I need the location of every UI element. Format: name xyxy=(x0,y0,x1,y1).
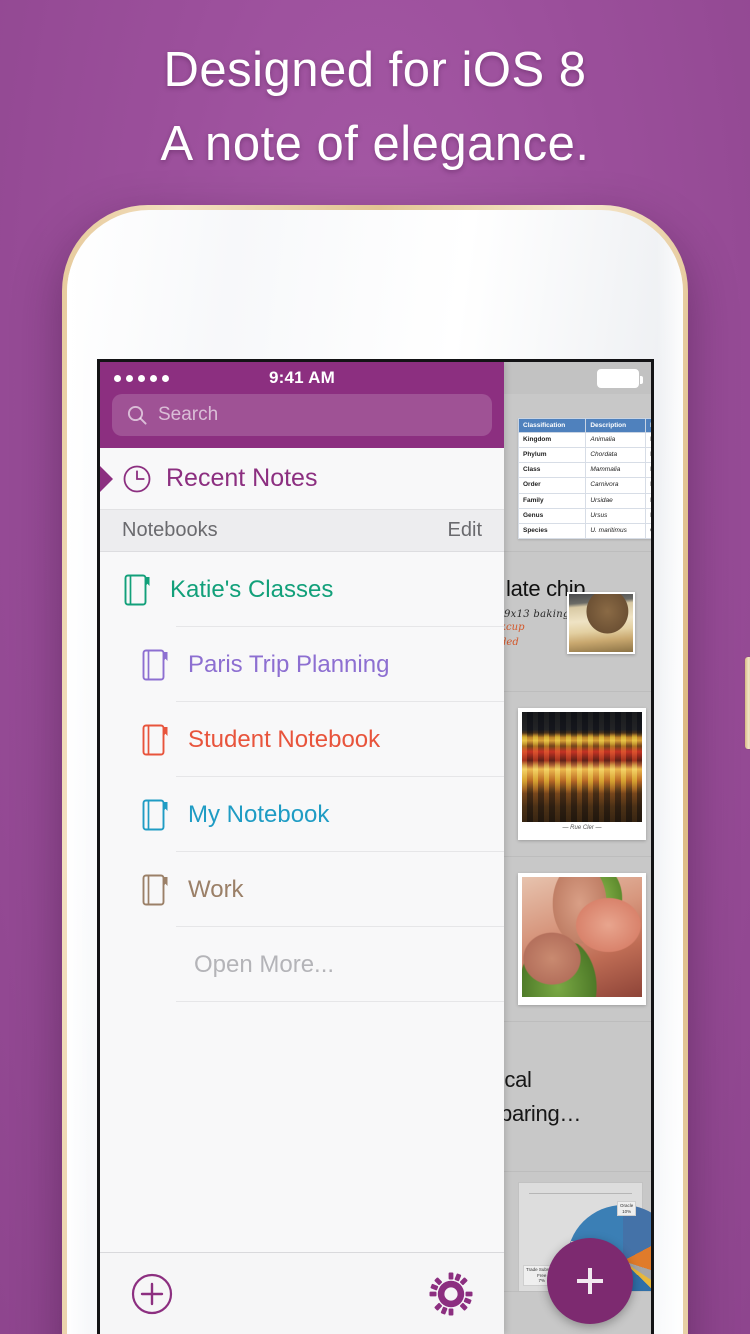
headline-line-2: A note of elegance. xyxy=(160,117,590,171)
open-more-label: Open More... xyxy=(194,950,335,978)
table-row: ClassMammaliaPolar b xyxy=(517,462,651,479)
notebook-icon xyxy=(142,874,168,905)
table-row: PhylumChordataPolar b xyxy=(517,447,651,464)
table-cell: Chordata xyxy=(585,447,647,464)
selected-indicator-icon xyxy=(100,465,113,492)
table-row: OrderCarnivoraPolar b xyxy=(517,477,651,494)
pie-label: Oracle 10% xyxy=(617,1201,637,1217)
taxonomy-table: Classification Description Example Kingd… xyxy=(517,418,651,539)
table-cell: U. maritimus xyxy=(585,522,647,539)
paris-brasserie-photo xyxy=(522,712,642,822)
search-icon xyxy=(127,405,147,425)
photo-caption: — Rue Cler — xyxy=(562,825,602,831)
table-row: GenusUrsusPolar b xyxy=(517,507,651,524)
table-row: SpeciesU. maritimusOnly t "Ursus xyxy=(517,522,651,539)
table-cell: Family xyxy=(517,492,587,509)
signal-strength-icon xyxy=(114,374,169,382)
nav-header: 9:41 AM Search xyxy=(100,362,504,448)
list-item-notebook-paris-trip-planning[interactable]: Paris Trip Planning xyxy=(100,627,504,702)
marketing-headline: Designed for iOS 8 A note of elegance. xyxy=(0,34,750,182)
table-cell: Polar b xyxy=(645,507,651,524)
notebook-name: Katie's Classes xyxy=(170,575,334,603)
table-cell: Ursus xyxy=(585,507,647,524)
notebook-name: Paris Trip Planning xyxy=(188,650,390,678)
list-item-open-more[interactable]: Open More... xyxy=(100,927,504,1002)
headline-line-1: Designed for iOS 8 xyxy=(163,43,587,97)
table-cell: Only t "Ursus xyxy=(645,522,651,539)
document-ruler xyxy=(529,1190,632,1194)
note-card-paris-brasserie[interactable]: — Rue Cler — xyxy=(504,692,651,857)
dessert-photo xyxy=(567,592,635,654)
table-row: FamilyUrsidaePolar b xyxy=(517,492,651,509)
search-container: Search xyxy=(100,394,504,436)
plus-icon xyxy=(577,1268,603,1294)
battery-full-icon xyxy=(597,368,643,388)
note-title-line-2: mparing… xyxy=(504,1100,582,1126)
table-header-cell: Example xyxy=(645,418,651,433)
notebook-name: Work xyxy=(188,875,244,903)
photo-frame: — Rue Cler — xyxy=(518,708,646,840)
gear-icon[interactable] xyxy=(428,1271,474,1317)
list-item-notebook-katies-classes[interactable]: Katie's Classes xyxy=(100,552,504,627)
sidebar-item-label: Recent Notes xyxy=(166,464,318,492)
table-cell: Kingdom xyxy=(517,431,587,449)
notes-detail-pane[interactable]: Classification Description Example Kingd… xyxy=(504,362,651,1334)
table-cell: Polar b xyxy=(645,431,651,449)
notebooks-list: Katie's Classes Paris Trip Planning Stud… xyxy=(100,552,504,1002)
prosciutto-salad-photo xyxy=(522,877,642,997)
table-cell: Animalia xyxy=(585,431,647,449)
phone-screen: Classification Description Example Kingd… xyxy=(100,362,651,1334)
table-cell: Mammalia xyxy=(585,462,647,479)
note-card-chocolate-chip[interactable]: late chip… 9x13 baking pan kcup ded xyxy=(504,552,651,692)
power-button[interactable] xyxy=(745,657,750,749)
table-cell: Class xyxy=(517,462,587,479)
section-title: Notebooks xyxy=(122,519,218,541)
notebooks-section-header: Notebooks Edit xyxy=(100,510,504,552)
sidebar-item-recent-notes[interactable]: Recent Notes xyxy=(100,448,504,510)
table-cell: Ursidae xyxy=(585,492,647,509)
note-title-line-1: tical xyxy=(504,1066,532,1092)
list-item-notebook-student-notebook[interactable]: Student Notebook xyxy=(100,702,504,777)
table-row: KingdomAnimaliaPolar b xyxy=(517,431,651,449)
table-cell: Polar b xyxy=(645,447,651,464)
status-bar-left: 9:41 AM xyxy=(100,362,504,394)
table-header-cell: Description xyxy=(585,418,647,433)
notebook-icon xyxy=(142,799,168,830)
table-cell: Polar b xyxy=(645,477,651,494)
list-empty-space xyxy=(100,1002,504,1252)
plus-circle-icon[interactable] xyxy=(130,1272,174,1316)
clock-icon xyxy=(123,465,151,492)
new-note-fab-button[interactable] xyxy=(547,1238,633,1324)
edit-button[interactable]: Edit xyxy=(448,519,482,542)
table-header-row: Classification Description Example xyxy=(517,418,651,433)
search-input[interactable]: Search xyxy=(112,394,492,436)
list-item-notebook-my-notebook[interactable]: My Notebook xyxy=(100,777,504,852)
notebook-icon xyxy=(142,724,168,755)
table-header-cell: Classification xyxy=(517,418,587,433)
bottom-toolbar xyxy=(100,1252,504,1334)
search-placeholder: Search xyxy=(158,404,219,425)
photo-frame xyxy=(518,873,646,1005)
note-card-statistics[interactable]: tical mparing… xyxy=(504,1022,651,1172)
note-card-taxonomy[interactable]: Classification Description Example Kingd… xyxy=(504,394,651,552)
table-cell: Polar b xyxy=(645,462,651,479)
table-cell: Phylum xyxy=(517,447,587,464)
table-cell: Order xyxy=(517,477,587,494)
status-bar-right xyxy=(504,362,651,394)
notebook-icon xyxy=(124,574,150,605)
notebook-name: Student Notebook xyxy=(188,725,381,753)
notes-card-list[interactable]: Classification Description Example Kingd… xyxy=(504,394,651,1292)
list-item-notebook-work[interactable]: Work xyxy=(100,852,504,927)
table-cell: Species xyxy=(517,522,587,539)
table-cell: Genus xyxy=(517,507,587,524)
notebook-name: My Notebook xyxy=(188,800,330,828)
notebooks-master-pane: 9:41 AM Search Recent Notes Notebooks Ed… xyxy=(100,362,504,1334)
note-card-charcuterie[interactable] xyxy=(504,857,651,1022)
table-cell: Polar b xyxy=(645,492,651,509)
table-cell: Carnivora xyxy=(585,477,647,494)
notebook-icon xyxy=(142,649,168,680)
